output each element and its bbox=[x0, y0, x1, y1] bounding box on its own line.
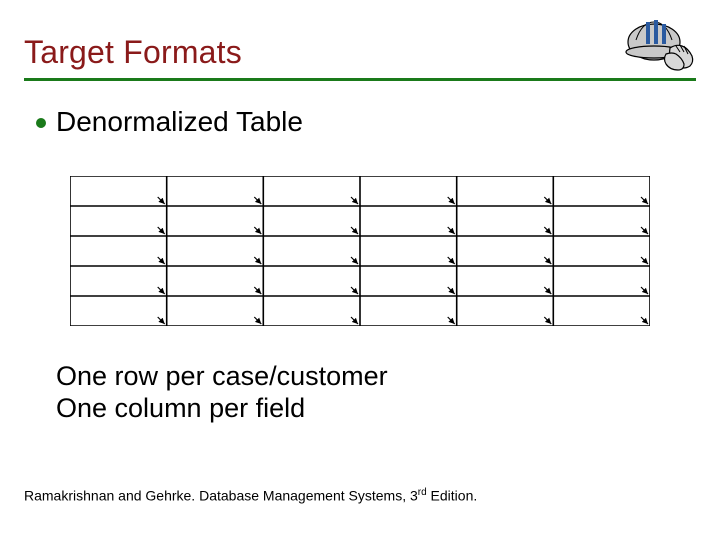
slide-title: Target Formats bbox=[24, 34, 242, 71]
footer-citation: Ramakrishnan and Gehrke. Database Manage… bbox=[24, 487, 477, 504]
body-text: One row per case/customer One column per… bbox=[56, 360, 388, 425]
body-line-1: One row per case/customer bbox=[56, 360, 388, 392]
bullet-item: Denormalized Table bbox=[36, 106, 303, 138]
hardhat-gloves-icon bbox=[624, 12, 702, 72]
bullet-dot-icon bbox=[36, 118, 46, 128]
denormalized-table-diagram bbox=[70, 176, 650, 326]
footer-sup: rd bbox=[418, 487, 427, 498]
table-grid-icon bbox=[70, 176, 650, 326]
slide: Target Formats Denormalized Table One ro… bbox=[0, 0, 720, 540]
footer-prefix: Ramakrishnan and Gehrke. Database Manage… bbox=[24, 488, 418, 504]
body-line-2: One column per field bbox=[56, 392, 388, 424]
title-underline bbox=[24, 78, 696, 81]
bullet-text: Denormalized Table bbox=[56, 106, 303, 138]
footer-suffix: Edition. bbox=[427, 488, 478, 504]
